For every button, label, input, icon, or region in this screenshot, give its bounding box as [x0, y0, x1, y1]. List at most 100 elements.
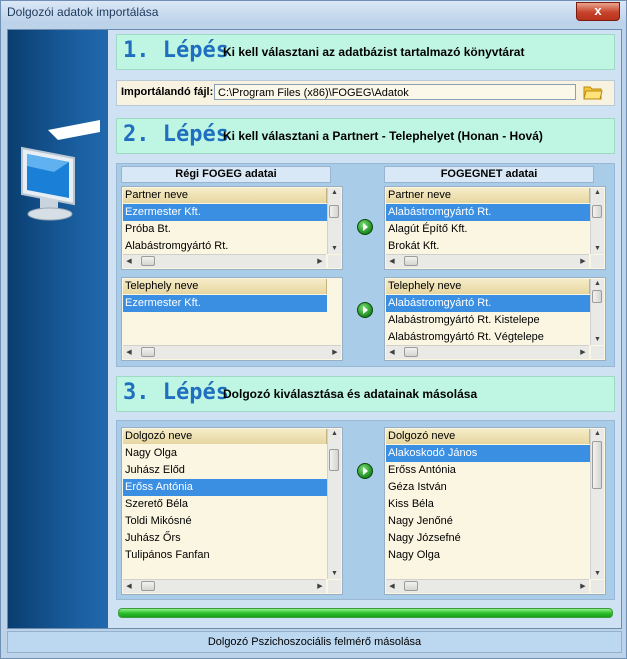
scroll-right-icon[interactable]: ▶ — [577, 581, 589, 592]
new-partner-header[interactable]: Partner neve — [386, 188, 590, 203]
scroll-thumb[interactable] — [141, 347, 155, 357]
vertical-scrollbar[interactable]: ▲ ▼ — [590, 188, 604, 254]
scroll-left-icon[interactable]: ◀ — [123, 347, 135, 358]
list-item[interactable]: Toldi Mikósné — [123, 513, 327, 530]
vertical-scrollbar[interactable]: ▲ ▼ — [327, 188, 341, 254]
horizontal-scrollbar[interactable]: ◀ ▶ — [386, 254, 589, 268]
scroll-up-icon[interactable]: ▲ — [591, 188, 604, 198]
scroll-right-icon[interactable]: ▶ — [314, 256, 326, 267]
vertical-scrollbar[interactable]: ▲ ▼ — [327, 429, 341, 579]
scroll-down-icon[interactable]: ▼ — [591, 335, 604, 345]
list-item[interactable]: Juhász Őrs — [123, 530, 327, 547]
scroll-left-icon[interactable]: ◀ — [123, 256, 135, 267]
new-site-header[interactable]: Telephely neve — [386, 279, 590, 294]
new-employee-list[interactable]: Dolgozó neve Alakoskodó János Erőss Antó… — [384, 427, 606, 595]
step2-number: 2. Lépés — [123, 122, 229, 147]
scroll-thumb[interactable] — [329, 205, 339, 218]
step1-description: Ki kell választani az adatbázist tartalm… — [223, 45, 525, 59]
scroll-up-icon[interactable]: ▲ — [328, 188, 341, 198]
old-employee-header[interactable]: Dolgozó neve — [123, 429, 327, 444]
partner-site-section: Régi FOGEG adatai FOGEGNET adatai Partne… — [116, 163, 615, 367]
scroll-thumb[interactable] — [141, 256, 155, 266]
old-data-heading: Régi FOGEG adatai — [121, 166, 331, 183]
new-employee-header[interactable]: Dolgozó neve — [386, 429, 590, 444]
list-item[interactable]: Brokát Kft. — [386, 238, 590, 255]
scroll-thumb[interactable] — [592, 290, 602, 303]
scroll-down-icon[interactable]: ▼ — [591, 244, 604, 254]
scroll-thumb[interactable] — [592, 441, 602, 489]
list-item[interactable]: Próba Bt. — [123, 221, 327, 238]
step3-number: 3. Lépés — [123, 380, 229, 405]
import-file-input[interactable]: C:\Program Files (x86)\FOGEG\Adatok — [214, 84, 576, 100]
old-partner-list[interactable]: Partner neve Ezermester Kft. Próba Bt. A… — [121, 186, 343, 270]
new-partner-list[interactable]: Partner neve Alabástromgyártó Rt. Alagút… — [384, 186, 606, 270]
scroll-left-icon[interactable]: ◀ — [386, 347, 398, 358]
old-site-header[interactable]: Telephely neve — [123, 279, 327, 294]
list-item[interactable]: Alabástromgyártó Rt. — [386, 204, 590, 221]
scroll-right-icon[interactable]: ▶ — [577, 256, 589, 267]
scroll-left-icon[interactable]: ◀ — [386, 581, 398, 592]
scroll-down-icon[interactable]: ▼ — [328, 244, 341, 254]
list-item[interactable]: Erőss Antónia — [123, 479, 327, 496]
list-item[interactable]: Alabástromgyártó Rt. — [123, 238, 327, 255]
scroll-left-icon[interactable]: ◀ — [123, 581, 135, 592]
new-site-list[interactable]: Telephely neve Alabástromgyártó Rt. Alab… — [384, 277, 606, 361]
copy-partner-button[interactable] — [357, 219, 373, 235]
list-item[interactable]: Nagy Olga — [386, 547, 590, 564]
scroll-up-icon[interactable]: ▲ — [591, 279, 604, 289]
list-item[interactable]: Szerető Béla — [123, 496, 327, 513]
scroll-thumb[interactable] — [404, 347, 418, 357]
list-item[interactable]: Alagút Építő Kft. — [386, 221, 590, 238]
old-partner-header[interactable]: Partner neve — [123, 188, 327, 203]
list-item[interactable]: Tulipános Fanfan — [123, 547, 327, 564]
horizontal-scrollbar[interactable]: ◀ ▶ — [123, 254, 326, 268]
close-button[interactable]: x — [576, 2, 620, 21]
scroll-up-icon[interactable]: ▲ — [328, 429, 341, 439]
list-item[interactable]: Alabástromgyártó Rt. Végtelepe — [386, 329, 590, 346]
step3-description: Dolgozó kiválasztása és adatainak másolá… — [223, 387, 478, 401]
scroll-right-icon[interactable]: ▶ — [577, 347, 589, 358]
new-data-heading: FOGEGNET adatai — [384, 166, 594, 183]
scroll-up-icon[interactable]: ▲ — [591, 429, 604, 439]
old-employee-list[interactable]: Dolgozó neve Nagy Olga Juhász Előd Erőss… — [121, 427, 343, 595]
list-item[interactable]: Juhász Előd — [123, 462, 327, 479]
arrow-right-icon — [363, 306, 368, 314]
list-item[interactable]: Géza István — [386, 479, 590, 496]
horizontal-scrollbar[interactable]: ◀ ▶ — [386, 579, 589, 593]
scroll-left-icon[interactable]: ◀ — [386, 256, 398, 267]
scroll-thumb[interactable] — [592, 205, 602, 218]
vertical-scrollbar[interactable]: ▲ ▼ — [590, 429, 604, 579]
copy-site-button[interactable] — [357, 302, 373, 318]
list-item[interactable]: Nagy Jenőné — [386, 513, 590, 530]
list-item[interactable]: Ezermester Kft. — [123, 204, 327, 221]
vertical-scrollbar[interactable]: ▲ ▼ — [590, 279, 604, 345]
title-bar[interactable]: Dolgozói adatok importálása x — [1, 1, 626, 23]
scroll-down-icon[interactable]: ▼ — [591, 569, 604, 579]
horizontal-scrollbar[interactable]: ◀ ▶ — [123, 579, 326, 593]
old-site-list[interactable]: Telephely neve Ezermester Kft. ◀ ▶ — [121, 277, 343, 361]
side-banner — [8, 30, 108, 628]
scroll-right-icon[interactable]: ▶ — [329, 347, 341, 358]
scroll-right-icon[interactable]: ▶ — [314, 581, 326, 592]
list-item[interactable]: Nagy Olga — [123, 445, 327, 462]
import-file-row: Importálandó fájl: C:\Program Files (x86… — [116, 80, 615, 106]
horizontal-scrollbar[interactable]: ◀ ▶ — [386, 345, 589, 359]
list-item[interactable]: Nagy Józsefné — [386, 530, 590, 547]
arrow-right-icon — [363, 467, 368, 475]
scroll-thumb[interactable] — [404, 581, 418, 591]
copy-employee-button[interactable] — [357, 463, 373, 479]
scroll-down-icon[interactable]: ▼ — [328, 569, 341, 579]
scroll-thumb[interactable] — [141, 581, 155, 591]
list-item[interactable]: Alabástromgyártó Rt. Kistelepe — [386, 312, 590, 329]
list-item[interactable]: Alabástromgyártó Rt. — [386, 295, 590, 312]
list-item[interactable]: Erőss Antónia — [386, 462, 590, 479]
folder-icon[interactable] — [583, 84, 603, 101]
list-item[interactable]: Alakoskodó János — [386, 445, 590, 462]
list-item[interactable]: Ezermester Kft. — [123, 295, 327, 312]
list-item[interactable]: Kiss Béla — [386, 496, 590, 513]
scroll-corner — [591, 255, 604, 268]
horizontal-scrollbar[interactable]: ◀ ▶ — [123, 345, 341, 359]
scroll-thumb[interactable] — [404, 256, 418, 266]
scroll-thumb[interactable] — [329, 449, 339, 471]
monitor-icon — [21, 120, 100, 221]
